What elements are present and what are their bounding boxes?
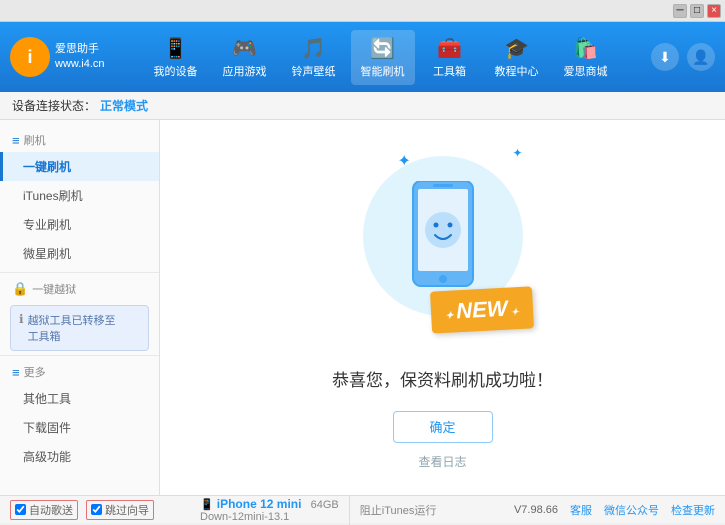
device-model: Down-12mini-13.1 [200, 511, 289, 523]
bottom-left: 自动歌送 跳过向导 [10, 500, 190, 520]
sidebar-group-jailbreak: 🔒 一键越狱 [0, 277, 159, 301]
new-badge: NEW [430, 286, 534, 333]
sidebar-item-itunes[interactable]: iTunes刷机 [0, 181, 159, 210]
device-info: 📱 iPhone 12 mini 64GB Down-12mini-13.1 [190, 495, 350, 525]
sidebar-divider-1 [0, 272, 159, 273]
nav-label-my-device: 我的设备 [154, 63, 198, 79]
device-icon: 📱 [200, 499, 217, 511]
sidebar-group-jailbreak-label: 一键越狱 [32, 281, 76, 297]
status-value: 正常模式 [100, 97, 148, 114]
view-log-link[interactable]: 查看日志 [418, 453, 466, 470]
logo-area: i 爱思助手 www.i4.cn [10, 37, 110, 77]
device-name: iPhone 12 mini [217, 497, 302, 511]
confirm-button[interactable]: 确定 [393, 411, 493, 443]
minimize-button[interactable]: ─ [673, 4, 687, 18]
nav-icon-my-device: 📱 [163, 36, 188, 61]
nav-label-ringtones: 铃声壁纸 [292, 63, 336, 79]
sidebar-item-advanced[interactable]: 高级功能 [0, 442, 159, 471]
sidebar-divider-2 [0, 355, 159, 356]
logo-icon: i [10, 37, 50, 77]
version-info: V7.98.66 [514, 504, 558, 516]
nav-label-tutorials: 教程中心 [495, 63, 539, 79]
phone-svg [408, 181, 478, 291]
maximize-button[interactable]: □ [690, 4, 704, 18]
header-right: ⬇ 👤 [651, 43, 715, 71]
bottom-bar: 自动歌送 跳过向导 📱 iPhone 12 mini 64GB Down-12m… [0, 495, 725, 523]
auto-send-checkbox[interactable]: 自动歌送 [10, 500, 78, 520]
auto-send-checkbox-input[interactable] [15, 504, 26, 515]
sparkle-icon-tr: ✦ [512, 146, 522, 160]
sidebar-item-onekey[interactable]: 一键刷机 [0, 152, 159, 181]
itunes-note-text: 阻止iTunes运行 [360, 502, 437, 518]
wechat-link[interactable]: 微信公众号 [604, 502, 659, 518]
nav-item-store[interactable]: 🛍️ 爱思商城 [554, 30, 618, 85]
nav-label-toolbox: 工具箱 [433, 63, 466, 79]
title-bar: ─ □ × [0, 0, 725, 22]
content-area: ✦ ✦ NEW 恭喜您，保资料刷机成功啦！ 确定 查看日志 [160, 120, 725, 495]
skip-wizard-label: 跳过向导 [105, 502, 149, 518]
sidebar: ≡ 刷机 一键刷机 iTunes刷机 专业刷机 微星刷机 🔒 一键越狱 ℹ 越狱… [0, 120, 160, 495]
status-label: 设备连接状态： [12, 97, 96, 114]
sidebar-item-other-tools[interactable]: 其他工具 [0, 384, 159, 413]
nav-icon-apps-games: 🎮 [232, 36, 257, 61]
download-button[interactable]: ⬇ [651, 43, 679, 71]
logo-title: 爱思助手 [55, 42, 105, 57]
nav-item-apps-games[interactable]: 🎮 应用游戏 [213, 30, 277, 85]
success-message: 恭喜您，保资料刷机成功啦！ [332, 366, 553, 391]
nav-icon-tutorials: 🎓 [504, 36, 529, 61]
device-storage: 64GB [311, 499, 339, 511]
flash-group-icon: ≡ [12, 133, 20, 148]
sidebar-jailbreak-note: ℹ 越狱工具已转移至工具箱 [10, 305, 149, 351]
svg-text:i: i [27, 47, 32, 67]
nav-icon-ringtones: 🎵 [301, 36, 326, 61]
nav-item-toolbox[interactable]: 🧰 工具箱 [420, 30, 480, 85]
lock-icon: 🔒 [12, 281, 28, 297]
success-illustration: ✦ ✦ NEW [343, 146, 543, 346]
skip-wizard-checkbox-input[interactable] [91, 504, 102, 515]
nav-item-my-device[interactable]: 📱 我的设备 [144, 30, 208, 85]
sidebar-group-flash: ≡ 刷机 [0, 128, 159, 152]
status-bar: 设备连接状态： 正常模式 [0, 92, 725, 120]
support-link[interactable]: 客服 [570, 502, 592, 518]
itunes-note: 阻止iTunes运行 [350, 502, 437, 518]
update-link[interactable]: 检查更新 [671, 502, 715, 518]
note-icon: ℹ [19, 312, 24, 326]
sidebar-jailbreak-note-text: 越狱工具已转移至工具箱 [28, 312, 116, 344]
nav-label-smart-flash: 智能刷机 [361, 63, 405, 79]
sidebar-item-pro[interactable]: 专业刷机 [0, 210, 159, 239]
nav-label-apps-games: 应用游戏 [223, 63, 267, 79]
nav-icon-toolbox: 🧰 [437, 36, 462, 61]
bottom-right: V7.98.66 客服 微信公众号 检查更新 [514, 502, 715, 518]
nav-item-smart-flash[interactable]: 🔄 智能刷机 [351, 30, 415, 85]
sidebar-group-more: ≡ 更多 [0, 360, 159, 384]
sidebar-item-micro[interactable]: 微星刷机 [0, 239, 159, 268]
nav-icon-store: 🛍️ [573, 36, 598, 61]
nav-item-tutorials[interactable]: 🎓 教程中心 [485, 30, 549, 85]
logo-subtitle: www.i4.cn [55, 57, 105, 72]
auto-send-label: 自动歌送 [29, 502, 73, 518]
nav-label-store: 爱思商城 [564, 63, 608, 79]
sparkle-icon-tl: ✦ [398, 151, 411, 171]
close-button[interactable]: × [707, 4, 721, 18]
main-layout: ≡ 刷机 一键刷机 iTunes刷机 专业刷机 微星刷机 🔒 一键越狱 ℹ 越狱… [0, 120, 725, 495]
nav-item-ringtones[interactable]: 🎵 铃声壁纸 [282, 30, 346, 85]
sidebar-group-more-label: 更多 [24, 364, 46, 380]
header: i 爱思助手 www.i4.cn 📱 我的设备 🎮 应用游戏 🎵 铃声壁纸 🔄 智能刷机 🧰 工具… [0, 22, 725, 92]
more-group-icon: ≡ [12, 365, 20, 380]
skip-wizard-checkbox[interactable]: 跳过向导 [86, 500, 154, 520]
sidebar-group-flash-label: 刷机 [24, 132, 46, 148]
nav-icon-smart-flash: 🔄 [370, 36, 395, 61]
nav-bar: 📱 我的设备 🎮 应用游戏 🎵 铃声壁纸 🔄 智能刷机 🧰 工具箱 🎓 教程中心 🛍️ 爱思商城 [110, 30, 651, 85]
sidebar-item-download-firmware[interactable]: 下载固件 [0, 413, 159, 442]
user-button[interactable]: 👤 [687, 43, 715, 71]
